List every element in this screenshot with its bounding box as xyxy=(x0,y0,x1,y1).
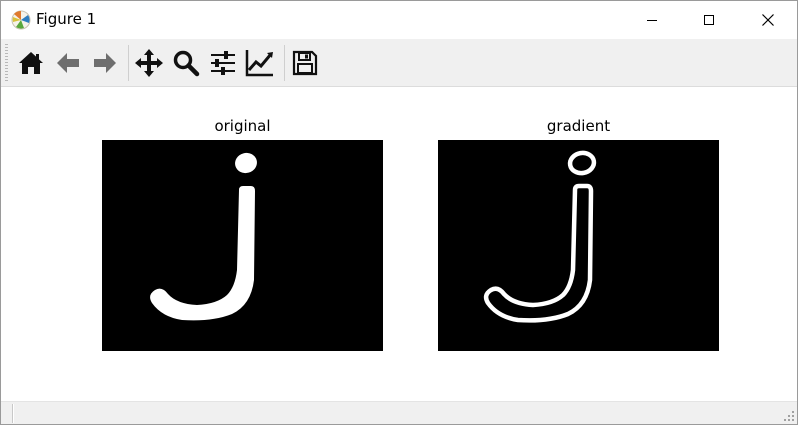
home-button[interactable] xyxy=(15,47,47,79)
back-button[interactable] xyxy=(52,47,84,79)
navigation-toolbar xyxy=(1,39,797,87)
subplot-title-gradient: gradient xyxy=(546,117,611,135)
forward-button[interactable] xyxy=(89,47,121,79)
letter-j-filled xyxy=(150,152,257,321)
gradient-image xyxy=(438,140,719,351)
matplotlib-icon xyxy=(11,10,31,30)
toolbar-separator xyxy=(128,45,129,81)
pan-button[interactable] xyxy=(133,47,165,79)
forward-arrow-icon xyxy=(94,53,116,73)
minimize-icon xyxy=(647,20,657,21)
letter-j-outline xyxy=(483,150,597,323)
figure-canvas[interactable]: original gradient xyxy=(1,87,797,401)
toolbar-separator xyxy=(284,45,285,81)
resize-grip-icon[interactable] xyxy=(783,410,795,422)
figure-window: Figure 1 original gradient xyxy=(0,0,798,425)
original-image xyxy=(102,140,383,351)
zoom-button[interactable] xyxy=(170,47,202,79)
maximize-button[interactable] xyxy=(686,1,732,39)
status-bar xyxy=(1,401,797,424)
back-arrow-icon xyxy=(57,53,79,73)
edit-axis-button[interactable] xyxy=(244,47,276,79)
close-icon xyxy=(762,14,774,26)
save-button[interactable] xyxy=(289,47,321,79)
line-chart-icon xyxy=(245,50,273,77)
close-button[interactable] xyxy=(745,1,791,39)
home-icon xyxy=(19,52,43,74)
configure-subplots-button[interactable] xyxy=(207,47,239,79)
pan-icon xyxy=(135,49,163,77)
subplot-title-original: original xyxy=(214,117,271,135)
toolbar-grip[interactable] xyxy=(5,44,8,82)
minimize-button[interactable] xyxy=(629,1,675,39)
sliders-icon xyxy=(211,51,235,75)
maximize-icon xyxy=(704,15,714,25)
window-title: Figure 1 xyxy=(36,10,97,28)
zoom-icon xyxy=(173,50,200,77)
title-bar[interactable]: Figure 1 xyxy=(1,1,797,39)
save-icon xyxy=(292,50,318,76)
status-separator xyxy=(12,404,14,423)
